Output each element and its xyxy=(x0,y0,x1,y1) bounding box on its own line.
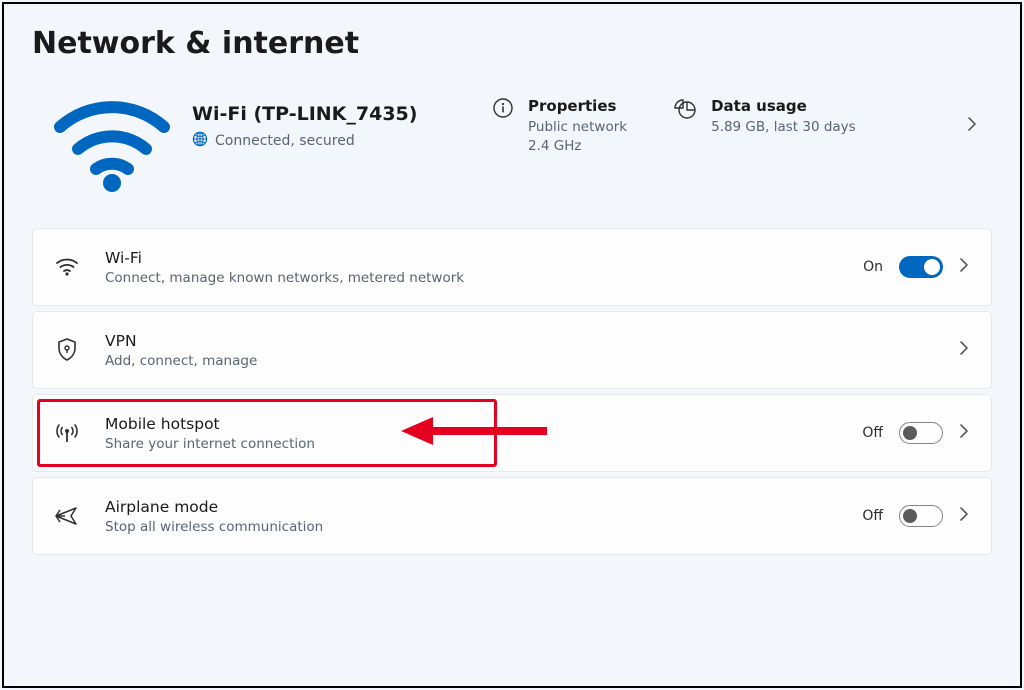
settings-row-mobile-hotspot[interactable]: Mobile hotspot Share your internet conne… xyxy=(32,394,992,472)
settings-row-airplane-mode[interactable]: Airplane mode Stop all wireless communic… xyxy=(32,477,992,555)
status-card-chevron[interactable] xyxy=(966,97,984,133)
vpn-shield-icon xyxy=(51,337,83,363)
connected-network-name: Wi-Fi (TP-LINK_7435) xyxy=(192,103,492,125)
hotspot-state-text: Off xyxy=(862,425,883,441)
properties-label: Properties xyxy=(528,97,627,115)
info-icon xyxy=(492,97,514,123)
chevron-right-icon xyxy=(959,506,969,526)
data-usage-icon xyxy=(673,97,697,125)
network-status-card: Wi-Fi (TP-LINK_7435) Connected, secured … xyxy=(32,93,992,228)
data-usage-button[interactable]: Data usage 5.89 GB, last 30 days xyxy=(673,97,856,137)
page-title: Network & internet xyxy=(32,26,992,61)
wifi-signal-icon xyxy=(32,97,192,192)
row-subtitle: Connect, manage known networks, metered … xyxy=(105,270,841,286)
chevron-right-icon xyxy=(959,423,969,443)
hotspot-toggle[interactable] xyxy=(899,422,943,444)
airplane-state-text: Off xyxy=(862,508,883,524)
airplane-toggle[interactable] xyxy=(899,505,943,527)
hotspot-icon xyxy=(51,421,83,445)
wifi-icon xyxy=(51,257,83,277)
settings-row-wifi[interactable]: Wi-Fi Connect, manage known networks, me… xyxy=(32,228,992,306)
row-subtitle: Add, connect, manage xyxy=(105,353,937,369)
row-title: Wi-Fi xyxy=(105,249,841,267)
wifi-toggle[interactable] xyxy=(899,256,943,278)
airplane-icon xyxy=(51,504,83,528)
row-title: VPN xyxy=(105,332,937,350)
globe-icon xyxy=(192,131,208,151)
row-subtitle: Share your internet connection xyxy=(105,436,840,452)
row-subtitle: Stop all wireless communication xyxy=(105,519,840,535)
row-title: Mobile hotspot xyxy=(105,415,840,433)
chevron-right-icon xyxy=(959,257,969,277)
data-usage-label: Data usage xyxy=(711,97,856,115)
wifi-state-text: On xyxy=(863,259,883,275)
row-title: Airplane mode xyxy=(105,498,840,516)
connection-state-text: Connected, secured xyxy=(215,133,355,149)
settings-row-vpn[interactable]: VPN Add, connect, manage xyxy=(32,311,992,389)
properties-button[interactable]: Properties Public network 2.4 GHz xyxy=(492,97,627,156)
properties-sub: Public network 2.4 GHz xyxy=(528,118,627,156)
data-usage-sub: 5.89 GB, last 30 days xyxy=(711,118,856,137)
chevron-right-icon xyxy=(959,340,969,360)
